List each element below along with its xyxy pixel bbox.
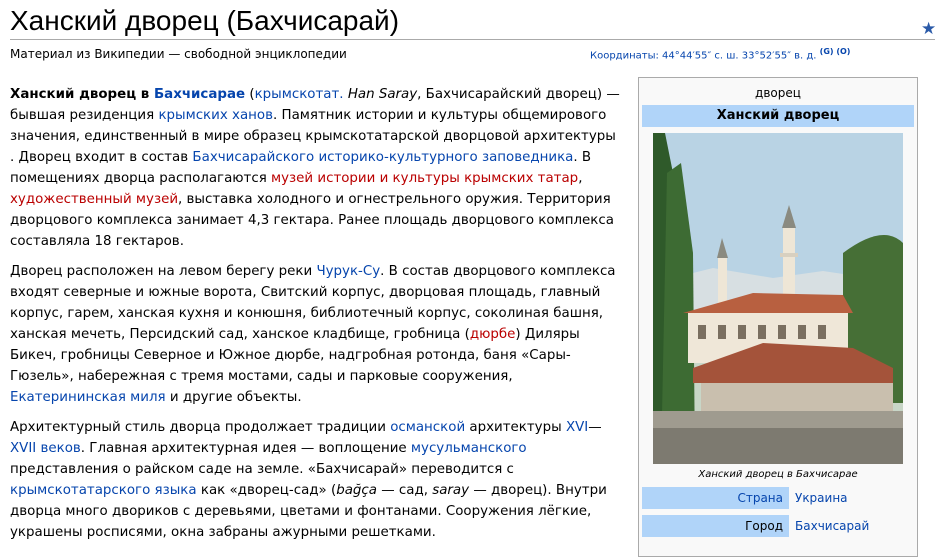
- link-catherine-mile[interactable]: Екатерининская миля: [10, 390, 166, 405]
- han-saray-text: Han Saray: [347, 87, 418, 102]
- page-title: Ханский дворец (Бахчисарай): [10, 4, 935, 40]
- link-crimean-khans[interactable]: крымских ханов: [158, 108, 273, 123]
- coordinates: Координаты: 44°44′55″ с. ш. 33°52′55″ в.…: [590, 45, 850, 63]
- link-ottoman[interactable]: османской: [390, 420, 465, 435]
- page-subtitle: Материал из Википедии — свободной энцикл…: [10, 47, 347, 61]
- infobox-row-country: Страна Украина: [642, 487, 914, 509]
- link-muslim[interactable]: мусульманского: [411, 441, 527, 456]
- star-icon[interactable]: ★: [921, 19, 936, 39]
- palace-photo-illustration: [653, 133, 903, 464]
- bagca-text: bağça: [336, 483, 377, 498]
- link-art-museum[interactable]: художественный музей: [10, 192, 178, 207]
- link-museum-history[interactable]: музей истории и культуры крымских татар: [271, 171, 578, 186]
- coords-g-link[interactable]: (G): [820, 47, 834, 56]
- coords-o-link[interactable]: (O): [836, 47, 850, 56]
- infobox: дворец Ханский дворец Ханский дворец в Б…: [638, 77, 918, 557]
- paragraph-location: Дворец расположен на левом берегу реки Ч…: [10, 264, 616, 405]
- link-crimtat[interactable]: крымскотат.: [255, 87, 344, 102]
- link-churuk-su[interactable]: Чурук-Су: [316, 264, 380, 279]
- link-bakhchisaray[interactable]: Бахчисарае: [154, 87, 245, 102]
- link-xvi[interactable]: XVI: [566, 420, 588, 435]
- link-durbe[interactable]: дюрбе: [470, 327, 516, 342]
- infobox-value-city[interactable]: Бахчисарай: [789, 515, 869, 537]
- infobox-label-city: Город: [642, 515, 789, 537]
- infobox-title: Ханский дворец: [642, 105, 914, 127]
- infobox-value-country[interactable]: Украина: [789, 487, 848, 509]
- photo-caption: Ханский дворец в Бахчисарае: [698, 469, 858, 480]
- article-body: Ханский дворец в Бахчисарае (крымскотат.…: [10, 84, 622, 552]
- paragraph-architecture: Архитектурный стиль дворца продолжает тр…: [10, 420, 607, 540]
- link-xvii[interactable]: XVII веков: [10, 441, 81, 456]
- lead-bold: Ханский дворец в Бахчисарае: [10, 87, 246, 102]
- saray-text: saray: [432, 483, 470, 498]
- paragraph-intro: Ханский дворец в Бахчисарае (крымскотат.…: [10, 87, 620, 249]
- infobox-label-country[interactable]: Страна: [642, 487, 789, 509]
- link-reserve[interactable]: Бахчисарайского историко-культурного зап…: [192, 150, 573, 165]
- palace-photo[interactable]: [653, 133, 903, 464]
- coordinates-link[interactable]: Координаты: 44°44′55″ с. ш. 33°52′55″ в.…: [590, 50, 816, 61]
- link-crimtat-lang[interactable]: крымскотатарского языка: [10, 483, 197, 498]
- infobox-type: дворец: [755, 86, 801, 100]
- infobox-row-city: Город Бахчисарай: [642, 515, 914, 537]
